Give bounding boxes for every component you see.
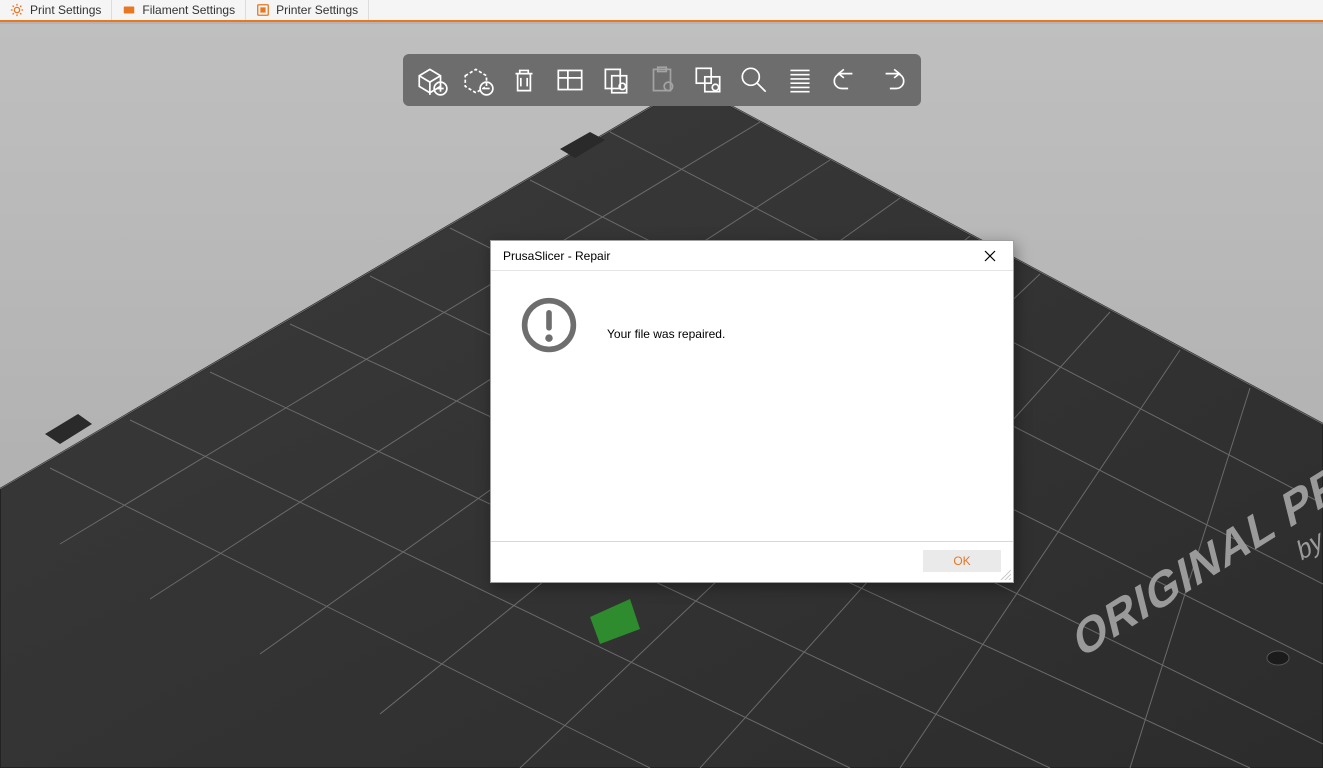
dialog-title-text: PrusaSlicer - Repair [503,249,610,263]
copy-button[interactable] [593,58,639,102]
instances-button[interactable] [685,58,731,102]
settings-tabs-bar: Print Settings Filament Settings Printer… [0,0,1323,22]
ok-button[interactable]: OK [923,550,1001,572]
tab-filament-settings[interactable]: Filament Settings [112,0,246,20]
repair-dialog: PrusaSlicer - Repair Your file was repai… [490,240,1014,583]
resize-grip-icon[interactable] [999,568,1011,580]
add-button[interactable] [409,58,455,102]
spool-icon [122,3,136,17]
delete-button[interactable] [501,58,547,102]
tab-print-settings[interactable]: Print Settings [0,0,112,20]
arrange-button[interactable] [547,58,593,102]
dialog-message: Your file was repaired. [607,295,725,341]
variable-layers-button[interactable] [777,58,823,102]
search-button[interactable] [731,58,777,102]
tab-label: Printer Settings [276,3,358,17]
exclamation-icon [519,295,579,358]
remove-button[interactable] [455,58,501,102]
tab-label: Print Settings [30,3,101,17]
paste-button[interactable] [639,58,685,102]
undo-button[interactable] [823,58,869,102]
close-button[interactable] [975,244,1005,268]
main-toolbar [403,54,921,106]
gear-icon [10,3,24,17]
tab-printer-settings[interactable]: Printer Settings [246,0,369,20]
tab-label: Filament Settings [142,3,235,17]
dialog-titlebar[interactable]: PrusaSlicer - Repair [491,241,1013,271]
printer-icon [256,3,270,17]
redo-button[interactable] [869,58,915,102]
